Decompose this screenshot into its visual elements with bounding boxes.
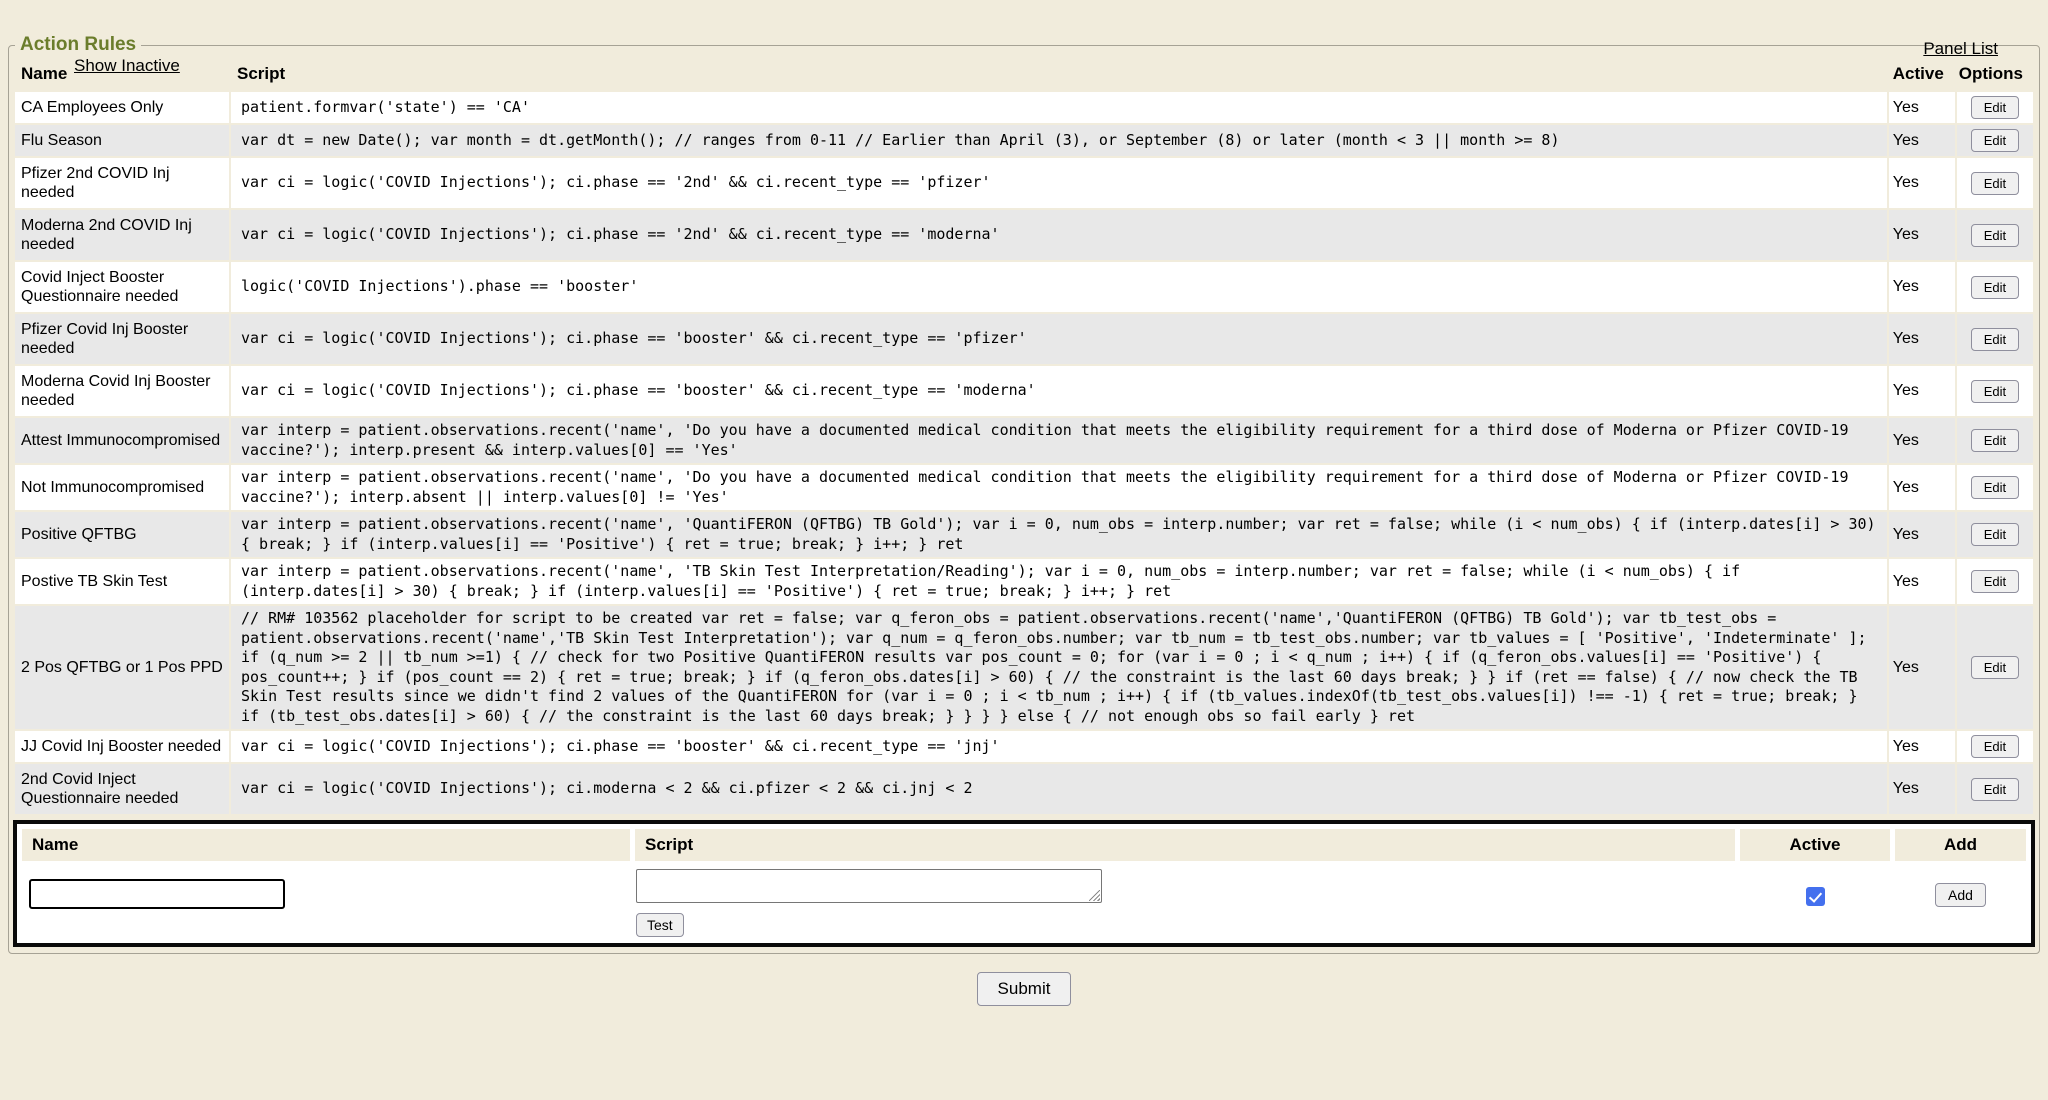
table-row: Pfizer 2nd COVID Inj needed var ci = log… <box>15 158 2033 208</box>
action-rules-fieldset: Action Rules Name Script Active Options … <box>8 34 2040 954</box>
rule-name: Not Immunocompromised <box>15 465 229 510</box>
new-rule-active-checkbox[interactable] <box>1806 887 1825 906</box>
rule-name: Pfizer Covid Inj Booster needed <box>15 314 229 364</box>
table-row: Attest Immunocompromised var interp = pa… <box>15 418 2033 463</box>
rule-script: patient.formvar('state') == 'CA' <box>231 92 1887 123</box>
rule-active-status: Yes <box>1889 418 1955 463</box>
show-inactive-link[interactable]: Show Inactive <box>74 56 180 76</box>
column-header-script: Script <box>231 58 1887 90</box>
rule-active-status: Yes <box>1889 125 1955 156</box>
rule-name: Pfizer 2nd COVID Inj needed <box>15 158 229 208</box>
table-row: Not Immunocompromised var interp = patie… <box>15 465 2033 510</box>
table-row: Moderna Covid Inj Booster needed var ci … <box>15 366 2033 416</box>
rule-active-status: Yes <box>1889 606 1955 729</box>
panel-list-link[interactable]: Panel List <box>1923 39 1998 59</box>
rule-active-status: Yes <box>1889 158 1955 208</box>
new-rule-script-textarea[interactable] <box>636 869 1102 903</box>
new-rule-name-input[interactable] <box>29 879 285 909</box>
table-row: Covid Inject Booster Questionnaire neede… <box>15 262 2033 312</box>
rule-active-status: Yes <box>1889 559 1955 604</box>
add-column-header-name: Name <box>22 829 630 861</box>
add-column-header-script: Script <box>635 829 1735 861</box>
rule-active-status: Yes <box>1889 512 1955 557</box>
edit-button[interactable]: Edit <box>1971 224 2019 247</box>
rule-name: Covid Inject Booster Questionnaire neede… <box>15 262 229 312</box>
rules-table: Name Script Active Options CA Employees … <box>13 56 2035 816</box>
table-row: Postive TB Skin Test var interp = patien… <box>15 559 2033 604</box>
table-row: Flu Season var dt = new Date(); var mont… <box>15 125 2033 156</box>
rule-script: var interp = patient.observations.recent… <box>231 512 1887 557</box>
rule-active-status: Yes <box>1889 210 1955 260</box>
edit-button[interactable]: Edit <box>1971 172 2019 195</box>
rule-active-status: Yes <box>1889 366 1955 416</box>
add-column-header-active: Active <box>1740 829 1890 861</box>
add-form-row: Test Add <box>22 866 2026 938</box>
rule-script: var interp = patient.observations.recent… <box>231 418 1887 463</box>
rule-active-status: Yes <box>1889 262 1955 312</box>
rule-script: var ci = logic('COVID Injections'); ci.p… <box>231 366 1887 416</box>
test-button[interactable]: Test <box>636 913 684 937</box>
edit-button[interactable]: Edit <box>1971 735 2019 758</box>
table-row: Moderna 2nd COVID Inj needed var ci = lo… <box>15 210 2033 260</box>
rule-script: // RM# 103562 placeholder for script to … <box>231 606 1887 729</box>
rule-name: JJ Covid Inj Booster needed <box>15 731 229 762</box>
rule-active-status: Yes <box>1889 92 1955 123</box>
rule-active-status: Yes <box>1889 764 1955 814</box>
rule-script: var interp = patient.observations.recent… <box>231 559 1887 604</box>
edit-button[interactable]: Edit <box>1971 96 2019 119</box>
rule-name: Moderna 2nd COVID Inj needed <box>15 210 229 260</box>
rule-script: logic('COVID Injections').phase == 'boos… <box>231 262 1887 312</box>
add-rule-form: Name Script Active Add Test <box>13 820 2035 947</box>
table-row: Pfizer Covid Inj Booster needed var ci =… <box>15 314 2033 364</box>
edit-button[interactable]: Edit <box>1971 476 2019 499</box>
rule-name: Moderna Covid Inj Booster needed <box>15 366 229 416</box>
submit-row: Submit <box>0 972 2048 1006</box>
edit-button[interactable]: Edit <box>1971 328 2019 351</box>
rule-name: Positive QFTBG <box>15 512 229 557</box>
add-form-header-row: Name Script Active Add <box>22 829 2026 861</box>
edit-button[interactable]: Edit <box>1971 656 2019 679</box>
column-header-options: Options <box>1957 58 2033 90</box>
edit-button[interactable]: Edit <box>1971 276 2019 299</box>
table-row: 2 Pos QFTBG or 1 Pos PPD // RM# 103562 p… <box>15 606 2033 729</box>
rule-script: var ci = logic('COVID Injections'); ci.p… <box>231 731 1887 762</box>
edit-button[interactable]: Edit <box>1971 380 2019 403</box>
rule-active-status: Yes <box>1889 465 1955 510</box>
table-row: Positive QFTBG var interp = patient.obse… <box>15 512 2033 557</box>
rule-name: 2 Pos QFTBG or 1 Pos PPD <box>15 606 229 729</box>
add-column-header-add: Add <box>1895 829 2026 861</box>
rule-name: Flu Season <box>15 125 229 156</box>
rule-script: var ci = logic('COVID Injections'); ci.m… <box>231 764 1887 814</box>
table-row: JJ Covid Inj Booster needed var ci = log… <box>15 731 2033 762</box>
rule-name: Postive TB Skin Test <box>15 559 229 604</box>
edit-button[interactable]: Edit <box>1971 523 2019 546</box>
rule-name: 2nd Covid Inject Questionnaire needed <box>15 764 229 814</box>
rule-name: Attest Immunocompromised <box>15 418 229 463</box>
rule-active-status: Yes <box>1889 731 1955 762</box>
rule-script: var interp = patient.observations.recent… <box>231 465 1887 510</box>
edit-button[interactable]: Edit <box>1971 429 2019 452</box>
rules-header-row: Name Script Active Options <box>15 58 2033 90</box>
table-row: CA Employees Only patient.formvar('state… <box>15 92 2033 123</box>
edit-button[interactable]: Edit <box>1971 129 2019 152</box>
submit-button[interactable]: Submit <box>977 972 1072 1006</box>
add-button[interactable]: Add <box>1935 883 1986 907</box>
rules-tbody: CA Employees Only patient.formvar('state… <box>15 92 2033 814</box>
rule-script: var ci = logic('COVID Injections'); ci.p… <box>231 158 1887 208</box>
rule-name: CA Employees Only <box>15 92 229 123</box>
rule-script: var ci = logic('COVID Injections'); ci.p… <box>231 210 1887 260</box>
rule-active-status: Yes <box>1889 314 1955 364</box>
rule-script: var ci = logic('COVID Injections'); ci.p… <box>231 314 1887 364</box>
edit-button[interactable]: Edit <box>1971 570 2019 593</box>
column-header-active: Active <box>1889 58 1955 90</box>
edit-button[interactable]: Edit <box>1971 778 2019 801</box>
rule-script: var dt = new Date(); var month = dt.getM… <box>231 125 1887 156</box>
action-rules-legend: Action Rules <box>15 34 141 56</box>
table-row: 2nd Covid Inject Questionnaire needed va… <box>15 764 2033 814</box>
